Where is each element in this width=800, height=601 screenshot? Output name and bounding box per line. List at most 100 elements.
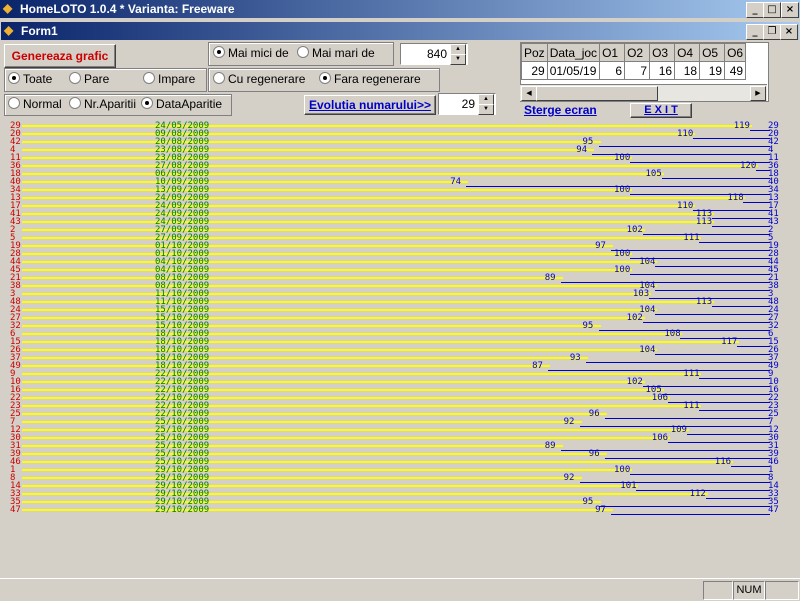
sort-count-radio[interactable]: Nr.Aparitii — [69, 96, 136, 112]
form-title: Form1 — [21, 24, 58, 38]
less-than-radio[interactable]: Mai mici de — [213, 45, 289, 61]
spin-down-icon[interactable]: ▼ — [450, 54, 466, 65]
filter-even-label: Pare — [84, 72, 110, 86]
grid-horizontal-scrollbar[interactable]: ◀ ▶ — [520, 84, 767, 101]
grid-cell[interactable]: 49 — [724, 61, 747, 80]
app-title: HomeLOTO 1.0.4 * Varianta: Freeware — [20, 2, 235, 16]
yellow-bar — [22, 205, 695, 207]
yellow-bar — [22, 349, 658, 351]
grid-cell[interactable]: 19 — [699, 61, 726, 80]
scroll-thumb[interactable] — [536, 86, 658, 101]
radio-selected-icon — [319, 72, 331, 84]
table-row[interactable]: 29 01/05/19 6 7 16 18 19 49 — [521, 61, 747, 80]
minimize-icon[interactable]: _ — [746, 2, 764, 18]
close-icon[interactable]: × — [781, 2, 799, 18]
grid-col-header[interactable]: O5 — [699, 43, 726, 62]
scroll-right-icon[interactable]: ▶ — [750, 86, 766, 101]
sort-count-label: Nr.Aparitii — [84, 97, 137, 111]
yellow-bar — [22, 437, 670, 439]
compare-value-spinner[interactable]: 840 ▲ ▼ — [400, 43, 468, 65]
radio-icon — [69, 97, 81, 109]
greater-than-label: Mai mari de — [312, 46, 375, 60]
yellow-bar — [22, 149, 595, 151]
grid-col-header[interactable]: Data_joc — [546, 43, 601, 62]
yellow-bar — [22, 493, 708, 495]
form-icon: ◆ — [4, 23, 14, 37]
grid-col-header[interactable]: Poz — [521, 43, 548, 62]
greater-than-radio[interactable]: Mai mari de — [297, 45, 375, 61]
grid-col-header[interactable]: O3 — [649, 43, 676, 62]
yellow-bar — [22, 357, 588, 359]
maximize-icon[interactable]: □ — [763, 2, 781, 18]
form-restore-icon[interactable]: ❐ — [763, 24, 781, 40]
grid-cell[interactable]: 16 — [649, 61, 676, 80]
spin-down-icon[interactable]: ▼ — [478, 104, 494, 115]
yellow-bar — [22, 277, 563, 279]
filter-even-radio[interactable]: Pare — [69, 71, 109, 87]
yellow-bar — [22, 461, 733, 463]
evolution-button[interactable]: Evolutia numarului>> — [304, 95, 436, 115]
grid-col-header[interactable]: O6 — [724, 43, 747, 62]
yellow-bar — [22, 445, 563, 447]
grid-cell[interactable]: 29 — [521, 61, 548, 80]
grid-header-row: Poz Data_joc O1 O2 O3 O4 O5 O6 — [521, 43, 747, 62]
sort-normal-radio[interactable]: Normal — [8, 96, 62, 112]
without-regen-radio[interactable]: Fara regenerare — [319, 71, 421, 87]
yellow-bar — [22, 133, 695, 135]
status-panel-num: NUM — [733, 581, 765, 600]
filter-all-radio[interactable]: Toate — [8, 71, 52, 87]
yellow-bar — [22, 269, 632, 271]
yellow-bar — [22, 501, 601, 503]
yellow-bar — [22, 373, 702, 375]
grid-col-header[interactable]: O1 — [599, 43, 626, 62]
form-titlebar: ◆ Form1 _ ❐ × — [1, 22, 799, 40]
grid-cell[interactable]: 6 — [599, 61, 626, 80]
yellow-bar — [22, 381, 645, 383]
plot-right-number-label: 47 — [768, 505, 779, 515]
yellow-bar — [22, 125, 752, 127]
grid-col-header[interactable]: O4 — [674, 43, 701, 62]
generate-chart-button[interactable]: Genereaza grafic — [4, 44, 116, 68]
yellow-bar — [22, 309, 658, 311]
radio-icon — [143, 72, 155, 84]
yellow-bar — [22, 165, 758, 167]
plot-value-label: 97 — [595, 505, 606, 515]
radio-selected-icon — [213, 46, 225, 58]
sort-date-radio[interactable]: DataAparitie — [141, 96, 222, 112]
radio-icon — [297, 46, 309, 58]
clear-screen-link[interactable]: Sterge ecran — [524, 103, 597, 117]
yellow-bar — [22, 237, 702, 239]
with-regen-radio[interactable]: Cu regenerare — [213, 71, 305, 87]
filter-group: Toate Pare Impare — [4, 68, 207, 92]
yellow-bar — [22, 189, 632, 191]
yellow-bar — [22, 245, 614, 247]
yellow-bar — [22, 221, 714, 223]
yellow-bar — [22, 341, 740, 343]
filter-odd-radio[interactable]: Impare — [143, 71, 195, 87]
grid-cell[interactable]: 7 — [624, 61, 651, 80]
plot-number-label: 47 — [10, 505, 21, 515]
less-than-label: Mai mici de — [228, 46, 289, 60]
evolution-number-spinner[interactable]: 29 ▲ ▼ — [438, 93, 496, 115]
grid-col-header[interactable]: O2 — [624, 43, 651, 62]
yellow-bar — [22, 173, 664, 175]
exit-button[interactable]: E X I T — [630, 103, 692, 118]
status-panel-scroll — [765, 581, 799, 600]
yellow-bar — [22, 157, 632, 159]
yellow-bar — [22, 509, 614, 511]
sort-normal-label: Normal — [23, 97, 62, 111]
grid-cell[interactable]: 01/05/19 — [546, 61, 601, 80]
with-regen-label: Cu regenerare — [228, 72, 306, 86]
scroll-left-icon[interactable]: ◀ — [521, 86, 537, 101]
yellow-bar — [22, 477, 582, 479]
yellow-bar — [22, 333, 683, 335]
yellow-bar — [22, 253, 632, 255]
yellow-bar — [22, 181, 469, 183]
form-close-icon[interactable]: × — [780, 24, 798, 40]
yellow-bar — [22, 389, 664, 391]
yellow-bar — [22, 405, 702, 407]
grid-cell[interactable]: 18 — [674, 61, 701, 80]
form-minimize-icon[interactable]: _ — [746, 24, 764, 40]
yellow-bar — [22, 229, 645, 231]
plot-row: 47 29/10/2009 97 47 — [0, 506, 800, 515]
